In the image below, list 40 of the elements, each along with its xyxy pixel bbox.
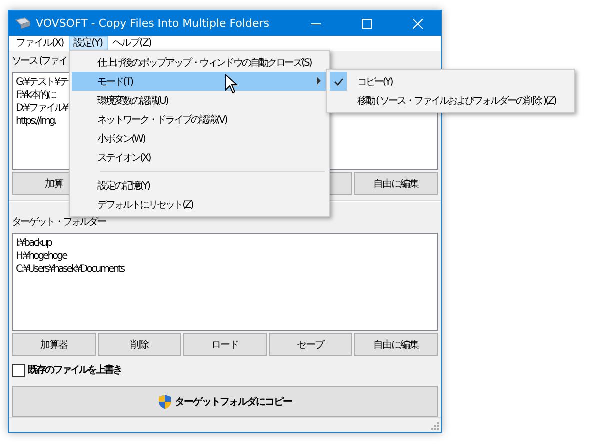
menu-item[interactable]: モード(T) bbox=[72, 72, 328, 91]
copy-button[interactable]: ターゲットフォルダにコピー bbox=[12, 386, 438, 417]
checkbox[interactable] bbox=[12, 364, 25, 376]
menu-item[interactable]: デフォルトにリセット(Z) bbox=[72, 195, 328, 214]
menu-item[interactable]: 仕上げ後のポップアップ・ウィンドウの自動クローズ(S) bbox=[72, 53, 328, 72]
list-entry[interactable]: C:¥Users¥hasek¥Documents bbox=[16, 263, 124, 276]
checkmark-icon bbox=[330, 72, 348, 91]
list-entry[interactable]: D:¥ファイル¥ bbox=[16, 102, 68, 115]
list-entry[interactable]: https://img. bbox=[16, 115, 56, 128]
maximize-icon[interactable] bbox=[362, 18, 372, 28]
list-button[interactable]: 自由に編集 bbox=[354, 172, 438, 195]
list-button[interactable]: セーブ bbox=[268, 333, 352, 356]
menu-item[interactable]: ネットワーク・ドライブの認識(V) bbox=[72, 110, 328, 129]
section-label: ターゲット・フォルダー bbox=[12, 216, 106, 229]
menu-bar-item[interactable]: 設定(Y) bbox=[68, 36, 108, 51]
resize-grip-icon bbox=[431, 422, 439, 430]
menu-bar-item[interactable]: ファイル(X) bbox=[11, 36, 69, 51]
list-button[interactable]: 加算器 bbox=[12, 333, 96, 356]
menu-item[interactable]: ステイオン(X) bbox=[72, 148, 328, 167]
menu-item[interactable]: 環境変数の認識(U) bbox=[72, 91, 328, 110]
list-entry[interactable]: H:¥hogehoge bbox=[16, 250, 67, 263]
target-list[interactable]: I:¥backup H:¥hogehoge C:¥Users¥hasek¥Documents bbox=[12, 233, 438, 331]
mouse-cursor-icon bbox=[224, 74, 238, 94]
close-icon[interactable] bbox=[413, 18, 423, 28]
list-entry[interactable]: G:¥テスト¥テ bbox=[16, 76, 68, 89]
menu-item[interactable]: コピー(Y) bbox=[329, 72, 572, 91]
section-label: ソース (ファイ bbox=[12, 55, 68, 68]
list-button[interactable]: 自由に編集 bbox=[354, 333, 438, 356]
shield-icon bbox=[158, 394, 172, 410]
app-icon bbox=[15, 16, 31, 30]
list-button[interactable]: 削除 bbox=[98, 333, 182, 356]
list-entry[interactable]: I:¥backup bbox=[16, 237, 52, 250]
window-title: VOVSOFT - Copy Files Into Multiple Folders bbox=[36, 17, 270, 30]
menu-bar-item[interactable]: ヘルプ(Z) bbox=[108, 36, 156, 51]
menu-item[interactable]: 小ボタン(W) bbox=[72, 129, 328, 148]
submenu-arrow-icon bbox=[317, 77, 322, 85]
list-button[interactable]: ロード bbox=[183, 333, 267, 356]
checkbox-label: 既存のファイルを上書き bbox=[28, 364, 122, 377]
list-entry[interactable]: F:¥k本的に bbox=[16, 89, 56, 102]
menu-item[interactable]: 移動 ( ソース・ファイルおよびフォルダーの削除 )(Z) bbox=[329, 91, 572, 110]
